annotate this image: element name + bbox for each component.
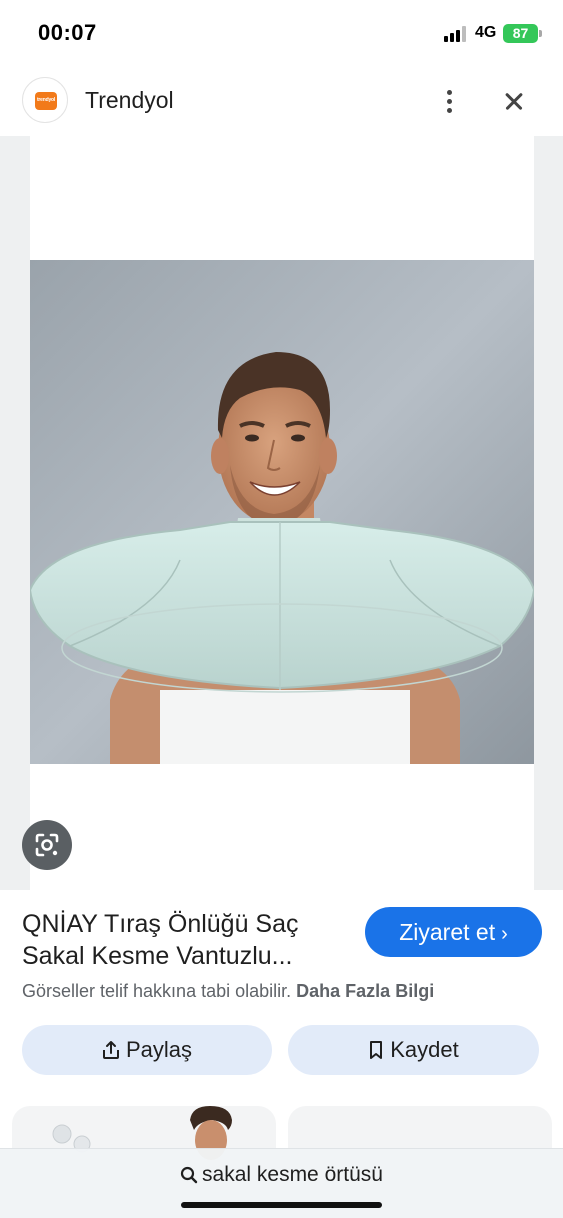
copyright-notice: Görseller telif hakkına tabi olabilir. D… [22, 981, 434, 1002]
visit-button-label: Ziyaret et [399, 919, 496, 945]
share-button[interactable]: Paylaş [22, 1025, 272, 1075]
more-info-link[interactable]: Daha Fazla Bilgi [296, 981, 434, 1001]
source-title[interactable]: Trendyol [85, 87, 174, 114]
battery-indicator: 87 [503, 24, 538, 43]
share-icon [102, 1041, 119, 1059]
image-viewer [0, 136, 563, 890]
trendyol-logo-icon: trendyol [35, 92, 57, 110]
google-lens-icon [35, 833, 59, 857]
logo-wordmark: trendyol [36, 97, 56, 103]
cellular-signal-icon [444, 26, 470, 42]
search-query[interactable]: sakal kesme örtüsü [0, 1163, 563, 1187]
visit-button[interactable]: Ziyaret et › [365, 907, 542, 957]
status-time: 00:07 [38, 20, 97, 45]
chevron-right-icon: › [501, 923, 508, 945]
save-button[interactable]: Kaydet [288, 1025, 539, 1075]
share-label: Paylaş [125, 1037, 193, 1062]
bottom-search-bar[interactable]: sakal kesme örtüsü [0, 1148, 563, 1218]
search-icon [180, 1166, 198, 1184]
search-query-text: sakal kesme örtüsü [202, 1163, 383, 1186]
battery-cap [539, 30, 542, 37]
product-title[interactable]: QNİAY Tıraş Önlüğü Saç Sakal Kesme Vantu… [22, 908, 352, 972]
bookmark-icon [370, 1041, 383, 1059]
image-frame [30, 136, 534, 890]
home-indicator[interactable] [181, 1202, 382, 1208]
copyright-text: Görseller telif hakkına tabi olabilir. [22, 981, 292, 1001]
google-lens-button[interactable] [22, 820, 72, 870]
more-options-button[interactable] [430, 82, 468, 120]
product-image[interactable] [30, 260, 534, 764]
status-bar: 00:07 4G 87 [0, 0, 563, 66]
product-photo [30, 260, 534, 764]
source-header: trendyol Trendyol [0, 70, 563, 136]
network-type: 4G [475, 24, 497, 41]
close-button[interactable] [494, 81, 534, 121]
source-logo[interactable]: trendyol [22, 77, 68, 123]
save-label: Kaydet [390, 1037, 459, 1062]
